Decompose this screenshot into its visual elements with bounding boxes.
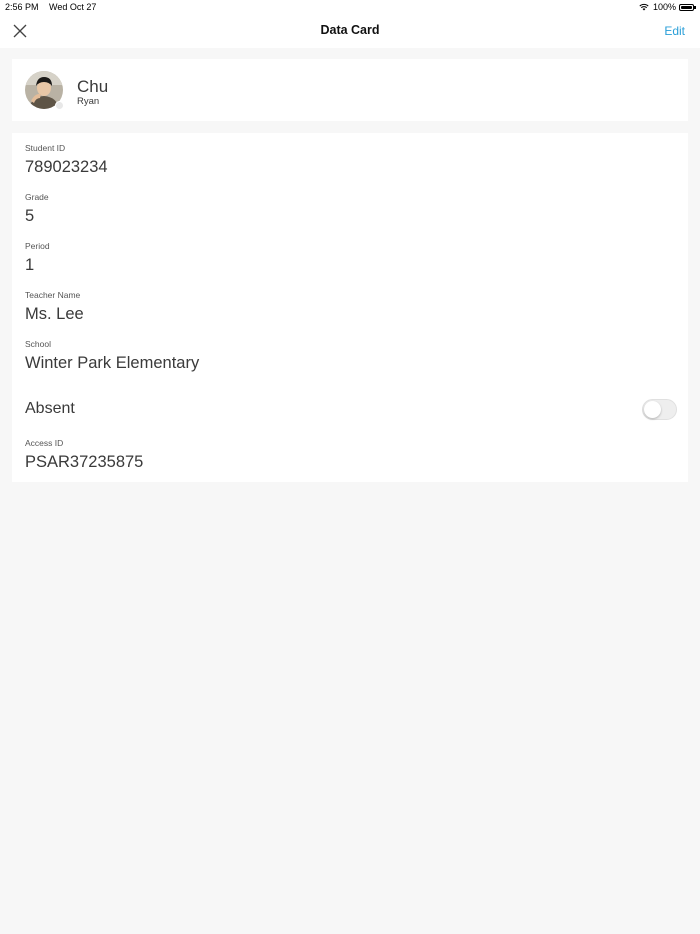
avatar-badge <box>55 101 64 110</box>
wifi-icon <box>639 3 649 11</box>
absent-toggle[interactable] <box>642 399 677 420</box>
field-label: Grade <box>25 192 49 202</box>
page-title: Data Card <box>320 23 380 37</box>
field-label: School <box>25 339 51 349</box>
field-label: Period <box>25 241 50 251</box>
status-left: 2:56 PM Wed Oct 27 <box>5 2 104 12</box>
absent-label: Absent <box>25 400 75 417</box>
nav-bar: Data Card Edit <box>0 14 700 48</box>
field-label: Teacher Name <box>25 290 81 300</box>
field-value: 5 <box>25 207 35 225</box>
student-last-name: Chu <box>77 77 109 96</box>
field-school: School Winter Park Elementary <box>25 339 199 373</box>
field-value: Winter Park Elementary <box>25 354 200 372</box>
field-label: Student ID <box>25 143 66 153</box>
field-student-id: Student ID 789023234 <box>25 143 108 177</box>
field-value: 1 <box>25 256 35 274</box>
field-period: Period 1 <box>25 241 50 275</box>
field-label: Access ID <box>25 438 64 448</box>
battery-percent: 100% <box>652 2 676 12</box>
field-value: PSAR37235875 <box>25 453 144 471</box>
toggle-knob <box>644 401 661 418</box>
field-value: Ms. Lee <box>25 305 84 323</box>
field-teacher-name: Teacher Name Ms. Lee <box>25 290 84 324</box>
field-value: 789023234 <box>25 158 108 176</box>
status-right: 100% <box>639 2 696 12</box>
battery-icon <box>679 3 696 11</box>
student-first-name: Ryan <box>77 96 100 107</box>
status-time: 2:56 PM <box>5 2 39 12</box>
avatar[interactable] <box>25 71 64 110</box>
status-bar: 2:56 PM Wed Oct 27 100% <box>0 0 700 14</box>
details-card: Student ID 789023234 Grade 5 Period 1 Te… <box>12 133 688 482</box>
edit-button[interactable]: Edit <box>664 24 685 38</box>
field-access-id: Access ID PSAR37235875 <box>25 438 143 472</box>
field-grade: Grade 5 <box>25 192 49 226</box>
profile-card: Chu Ryan <box>12 59 688 121</box>
status-date: Wed Oct 27 <box>49 2 97 12</box>
